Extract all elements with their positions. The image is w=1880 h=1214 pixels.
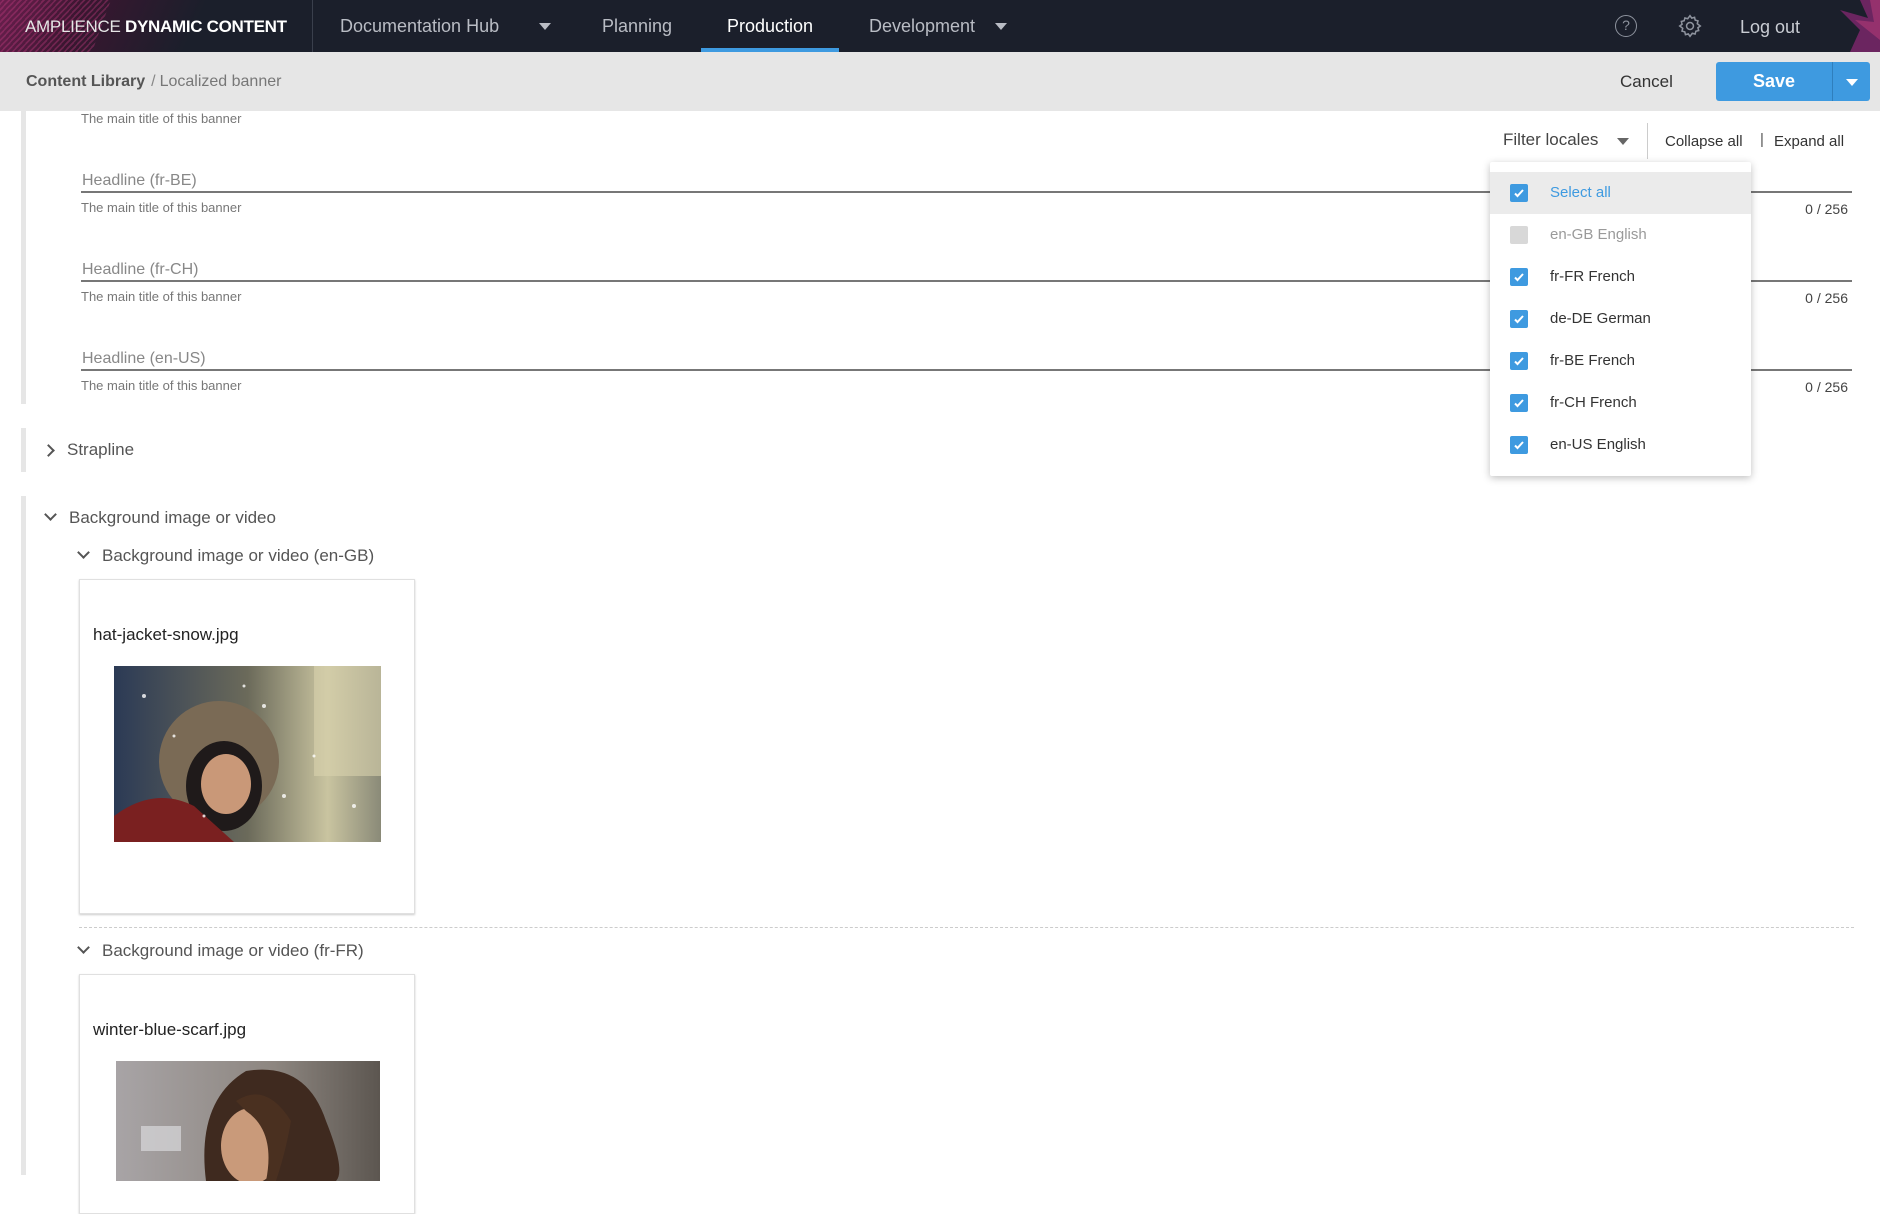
character-counter: 0 / 256 <box>1805 290 1848 306</box>
tab-development-label: Development <box>869 16 976 36</box>
headline-section-rail <box>21 111 26 404</box>
locale-divider <box>79 927 1854 928</box>
cancel-button[interactable]: Cancel <box>1620 72 1673 92</box>
locale-option-fr-be[interactable]: fr-BE French <box>1490 340 1751 382</box>
background-fr-fr-toggle[interactable]: Background image or video (fr-FR) <box>77 941 364 961</box>
asset-thumbnail-image <box>114 666 381 842</box>
locale-option-label: fr-CH French <box>1550 394 1637 411</box>
chevron-down-icon <box>77 546 90 559</box>
locale-option-label: Select all <box>1550 184 1611 201</box>
strapline-label: Strapline <box>67 440 135 459</box>
brand-star-decoration <box>1840 0 1880 52</box>
background-en-gb-label: Background image or video (en-GB) <box>102 546 375 565</box>
chevron-down-icon <box>1617 138 1629 145</box>
headline-fr-ch-input[interactable]: Headline (fr-CH) <box>82 261 198 279</box>
save-button[interactable]: Save <box>1716 62 1832 101</box>
locale-option-label: en-US English <box>1550 436 1646 453</box>
asset-card-en-gb[interactable]: hat-jacket-snow.jpg <box>79 579 415 914</box>
breadcrumb-current: Localized banner <box>159 73 282 90</box>
character-counter: 0 / 256 <box>1805 201 1848 217</box>
checkbox-checked-icon[interactable] <box>1510 310 1528 328</box>
checkbox-checked-icon[interactable] <box>1510 394 1528 412</box>
filter-locales-button[interactable]: Filter locales <box>1503 130 1629 150</box>
checkbox-checked-icon[interactable] <box>1510 268 1528 286</box>
tab-production[interactable]: Production <box>700 0 840 52</box>
tab-planning[interactable]: Planning <box>602 0 672 52</box>
locale-option-label: fr-FR French <box>1550 268 1636 285</box>
chevron-right-icon <box>42 444 55 457</box>
checkbox-disabled-icon <box>1510 226 1528 244</box>
background-label: Background image or video <box>69 508 276 527</box>
logout-link[interactable]: Log out <box>1740 0 1800 52</box>
locale-option-label: en-GB English <box>1550 226 1647 243</box>
nav-divider <box>312 0 313 52</box>
asset-thumbnail-image <box>116 1061 380 1181</box>
asset-filename: hat-jacket-snow.jpg <box>93 625 239 644</box>
brand-bold: DYNAMIC CONTENT <box>125 17 287 36</box>
filter-locales-label: Filter locales <box>1503 130 1599 149</box>
field-help-text: The main title of this banner <box>81 378 242 393</box>
chevron-down-icon <box>44 508 57 521</box>
locale-option-de-de[interactable]: de-DE German <box>1490 298 1751 340</box>
field-help-text: The main title of this banner <box>81 200 242 215</box>
headline-en-us-input[interactable]: Headline (en-US) <box>82 350 206 368</box>
gear-icon[interactable] <box>1677 13 1703 39</box>
checkbox-checked-icon[interactable] <box>1510 352 1528 370</box>
locale-option-fr-ch[interactable]: fr-CH French <box>1490 382 1751 424</box>
field-help-text: The main title of this banner <box>81 111 242 126</box>
locale-option-fr-fr[interactable]: fr-FR French <box>1490 256 1751 298</box>
background-section-toggle[interactable]: Background image or video <box>44 508 276 528</box>
breadcrumb-separator: / <box>151 73 156 90</box>
field-help-text: The main title of this banner <box>81 289 242 304</box>
development-dropdown-icon[interactable] <box>995 23 1007 30</box>
app-logo[interactable]: AMPLIENCE DYNAMIC CONTENT <box>25 17 287 37</box>
strapline-section-rail <box>21 428 26 472</box>
character-counter: 0 / 256 <box>1805 379 1848 395</box>
help-icon[interactable]: ? <box>1615 15 1637 37</box>
hub-name: Documentation Hub <box>340 16 500 36</box>
checkbox-checked-icon[interactable] <box>1510 436 1528 454</box>
action-bar: Content Library / Localized banner Cancel … <box>0 52 1880 111</box>
locale-option-label: de-DE German <box>1550 310 1651 327</box>
background-en-gb-toggle[interactable]: Background image or video (en-GB) <box>77 546 375 566</box>
content-editor: The main title of this banner Filter loc… <box>0 111 1880 1214</box>
locale-option-en-us[interactable]: en-US English <box>1490 424 1751 466</box>
toolbar-separator: | <box>1760 131 1764 148</box>
tab-planning-label: Planning <box>602 16 673 36</box>
checkbox-checked-icon[interactable] <box>1510 184 1528 202</box>
collapse-all-link[interactable]: Collapse all <box>1665 133 1743 150</box>
locale-option-label: fr-BE French <box>1550 352 1636 369</box>
chevron-down-icon <box>1846 79 1858 86</box>
breadcrumb-content-library[interactable]: Content Library <box>26 73 145 90</box>
tab-development[interactable]: Development <box>869 0 975 52</box>
save-options-button[interactable] <box>1832 62 1870 101</box>
locale-option-en-gb[interactable]: en-GB English <box>1490 214 1751 256</box>
brand-light: AMPLIENCE <box>25 17 121 36</box>
asset-filename: winter-blue-scarf.jpg <box>93 1020 247 1039</box>
strapline-section-toggle[interactable]: Strapline <box>42 440 135 460</box>
toolbar-divider <box>1647 123 1648 159</box>
locale-filter-dropdown: Select all en-GB English fr-FR French de… <box>1490 162 1751 476</box>
headline-fr-be-input[interactable]: Headline (fr-BE) <box>82 172 197 190</box>
hub-selector[interactable]: Documentation Hub <box>340 0 499 52</box>
background-section-rail <box>21 496 26 1175</box>
tab-production-label: Production <box>727 16 814 36</box>
background-fr-fr-label: Background image or video (fr-FR) <box>102 941 364 960</box>
locale-option-select-all[interactable]: Select all <box>1490 172 1751 214</box>
asset-card-fr-fr[interactable]: winter-blue-scarf.jpg <box>79 974 415 1214</box>
breadcrumb: Content Library / Localized banner <box>26 73 281 91</box>
top-navigation: AMPLIENCE DYNAMIC CONTENT Documentation … <box>0 0 1880 52</box>
chevron-down-icon <box>77 941 90 954</box>
hub-dropdown-icon[interactable] <box>539 23 551 30</box>
expand-all-link[interactable]: Expand all <box>1774 133 1844 150</box>
